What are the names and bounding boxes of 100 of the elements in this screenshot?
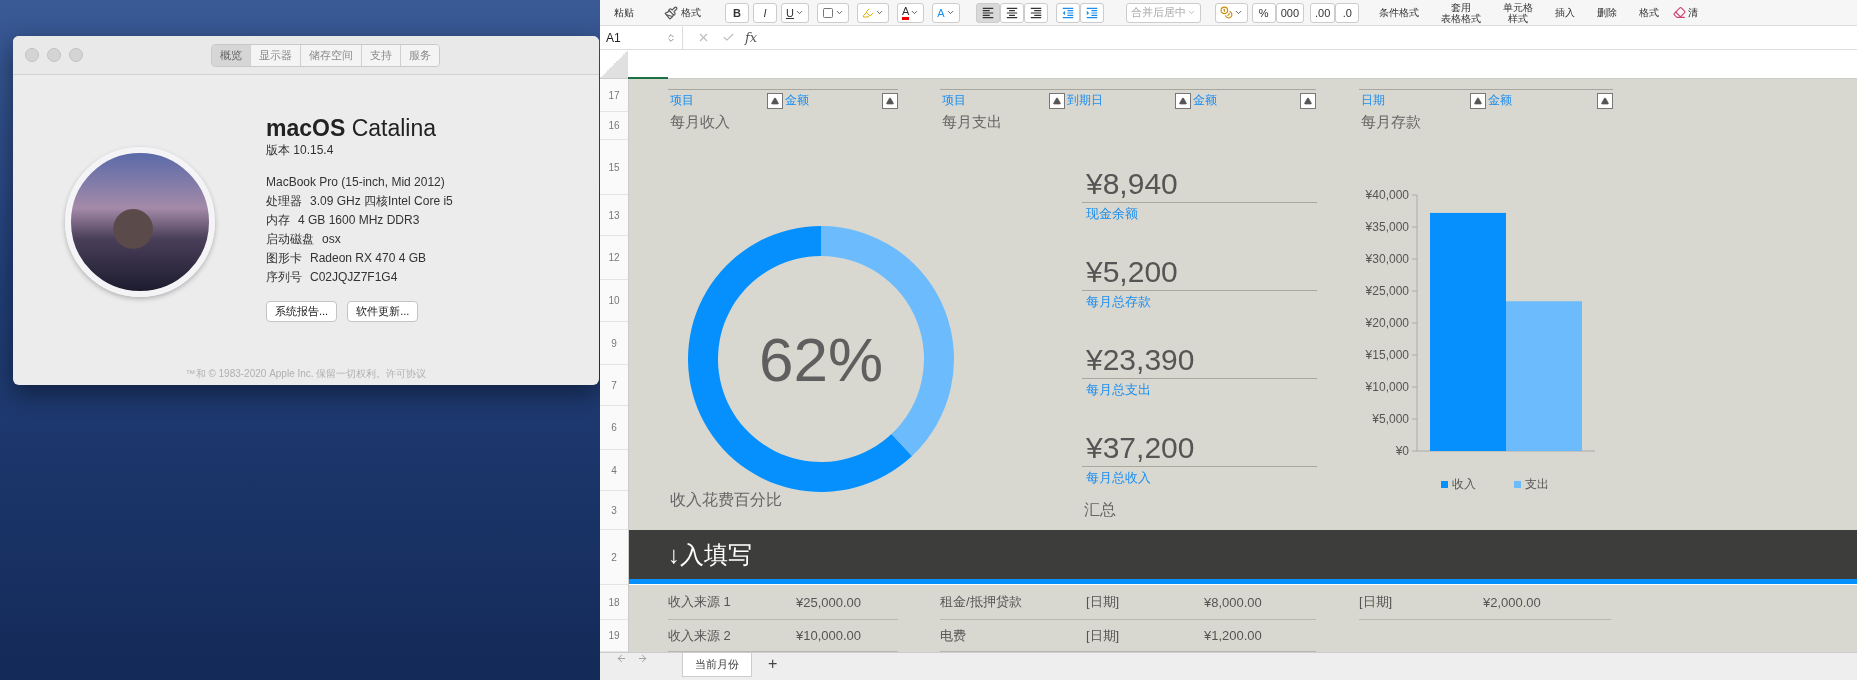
triangle-icon	[886, 96, 894, 105]
column-heading: 项目	[670, 92, 694, 110]
summary-label: 每月总存款	[1085, 293, 1152, 312]
spec-label: 图形卡	[266, 251, 302, 265]
filter-button[interactable]	[767, 92, 783, 109]
coins-icon	[1219, 6, 1233, 19]
font-size-button[interactable]: A	[932, 2, 960, 23]
row-number: 17	[600, 79, 628, 113]
bold-button[interactable]: B	[725, 2, 749, 23]
clear-label[interactable]: 清	[1688, 7, 1699, 18]
indent-increase-button[interactable]	[1079, 2, 1104, 23]
row-number: 3	[600, 491, 628, 531]
caret-icon	[945, 8, 955, 17]
tick-label: ¥35,000	[1365, 220, 1409, 235]
row-number: 7	[600, 365, 628, 407]
indent-increase-icon	[1084, 5, 1099, 20]
table-title: 每月收入	[669, 113, 731, 133]
align-button[interactable]	[975, 2, 1000, 23]
paste-label[interactable]: 粘贴	[614, 7, 634, 18]
percentage-label: 62%	[758, 323, 884, 395]
ribbon-command[interactable]: 单元格 样式	[1503, 1, 1534, 24]
border-icon	[821, 6, 834, 19]
spec-value: 3.09 GHz 四核Intel Core i5	[310, 194, 453, 208]
filter-button[interactable]	[1049, 92, 1066, 109]
triangle-icon	[1178, 96, 1187, 105]
tick-label: ¥5,000	[1372, 412, 1409, 427]
row-number: 10	[600, 280, 628, 323]
dialog-button[interactable]: 系统报告...	[266, 301, 338, 322]
summary-value: ¥5,200	[1082, 254, 1317, 292]
row-number: 6	[600, 406, 628, 451]
dialog-button[interactable]: 软件更新...	[347, 301, 419, 322]
align-center-icon	[1004, 5, 1019, 20]
ribbon-command[interactable]: 套用 表格格式	[1441, 1, 1482, 24]
ribbon-command[interactable]: 插入	[1555, 7, 1576, 18]
align-button[interactable]	[1023, 2, 1048, 23]
legend-item: 收入	[1441, 476, 1476, 494]
chart-caption: 收入花费百分比	[669, 490, 783, 511]
filter-button[interactable]	[1174, 92, 1191, 109]
increase-decimal-button[interactable]: .00	[1310, 2, 1336, 23]
indent-decrease-icon	[1060, 5, 1075, 20]
column-heading: 金额	[1192, 92, 1217, 110]
underline-button[interactable]: U	[781, 2, 809, 23]
name-box[interactable]: A1	[600, 26, 683, 50]
tick-label: ¥25,000	[1365, 284, 1409, 299]
triangle-icon	[771, 96, 779, 105]
summary-value: ¥23,390	[1082, 342, 1317, 380]
ribbon-command[interactable]: 条件格式	[1379, 7, 1420, 18]
spec-value: C02JQJZ7F1G4	[310, 270, 398, 284]
os-title: macOS Catalina	[266, 115, 438, 142]
spec-label: 处理器	[266, 194, 302, 208]
tick-label: ¥40,000	[1365, 188, 1409, 203]
tick-label: ¥20,000	[1365, 316, 1409, 331]
function-button[interactable]: fx	[745, 30, 758, 46]
format-painter-label[interactable]: 格式	[681, 7, 701, 18]
ribbon-command[interactable]: 删除	[1597, 7, 1618, 18]
version-text: 版本 10.15.4	[266, 142, 335, 159]
sheet-tab[interactable]: 当前月份	[682, 653, 752, 678]
caret-icon	[874, 8, 884, 17]
row-number: 12	[600, 236, 628, 281]
triangle-icon	[1053, 96, 1062, 105]
table-title: 每月支出	[941, 113, 1003, 133]
align-left-icon	[980, 5, 995, 20]
tick-label: ¥0	[1395, 444, 1409, 459]
filter-button[interactable]	[1470, 92, 1486, 109]
filter-button[interactable]	[1300, 92, 1316, 109]
triangle-icon	[1304, 96, 1312, 105]
summary-value: ¥8,940	[1082, 166, 1317, 204]
summary-caption: 汇总	[1083, 500, 1117, 521]
filter-button[interactable]	[1597, 92, 1613, 109]
scroll-right-icon[interactable]	[637, 653, 648, 665]
tab[interactable]: 概览	[212, 44, 250, 66]
column-heading: 金额	[785, 92, 809, 110]
decrease-decimal-button[interactable]: .0	[1335, 2, 1360, 23]
spec-value: 4 GB 1600 MHz DDR3	[298, 213, 420, 227]
filter-button[interactable]	[882, 92, 898, 109]
ribbon-command[interactable]: 格式	[1639, 7, 1660, 18]
triangle-icon	[1474, 96, 1482, 105]
scroll-left-icon[interactable]	[616, 653, 627, 665]
thousands-button[interactable]: 000	[1275, 2, 1304, 23]
caret-icon	[1233, 8, 1243, 17]
triangle-icon	[1601, 96, 1609, 105]
align-right-icon	[1028, 5, 1043, 20]
spec-value: Radeon RX 470 4 GB	[310, 251, 427, 265]
tick-label: ¥15,000	[1365, 348, 1409, 363]
paintbrush-icon[interactable]	[664, 5, 678, 20]
summary-value: ¥37,200	[1082, 430, 1317, 468]
italic-button[interactable]: I	[753, 2, 777, 23]
add-sheet-button[interactable]: +	[762, 653, 784, 676]
spec-label: 序列号	[266, 270, 302, 284]
percent-button[interactable]: %	[1251, 2, 1276, 23]
legend-item: 支出	[1514, 476, 1549, 494]
indent-decrease-button[interactable]	[1055, 2, 1080, 23]
font-color-button[interactable]: A	[896, 2, 925, 23]
eraser-icon[interactable]	[1673, 6, 1687, 19]
caret-icon	[1186, 8, 1196, 17]
border-button[interactable]	[816, 2, 849, 23]
tick-label: ¥10,000	[1365, 380, 1409, 395]
align-button[interactable]	[999, 2, 1024, 23]
row-number: 18	[600, 585, 628, 621]
currency-button[interactable]	[1214, 2, 1248, 23]
